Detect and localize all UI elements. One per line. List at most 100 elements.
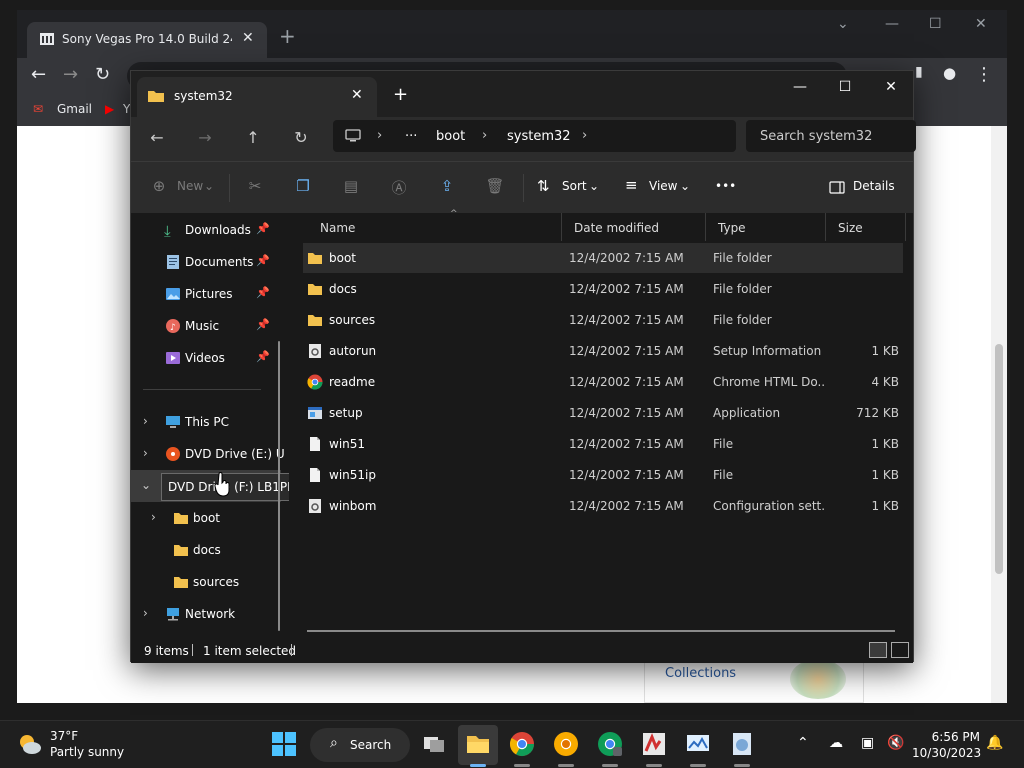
pin-icon[interactable]: 📌	[256, 350, 270, 363]
large-icons-view-icon[interactable]	[891, 642, 909, 658]
sidebar-item-sources[interactable]: sources	[131, 566, 281, 598]
chevron-right-icon[interactable]: ›	[151, 510, 156, 524]
pin-icon[interactable]: 📌	[256, 318, 270, 331]
refresh-icon[interactable]: ↻	[289, 128, 313, 147]
rename-icon[interactable]: Ⓐ	[389, 177, 409, 197]
details-view-icon[interactable]	[869, 642, 887, 658]
weather-temperature[interactable]: 37°F	[50, 729, 78, 743]
mute-icon[interactable]: 🔇	[887, 735, 904, 751]
pin-icon[interactable]: 📌	[256, 286, 270, 299]
close-icon[interactable]: ✕	[876, 79, 906, 95]
sidebar-item-videos[interactable]: Videos 📌	[131, 342, 281, 374]
table-row[interactable]: autorun 12/4/2002 7:15 AM Setup Informat…	[303, 336, 903, 366]
weather-icon[interactable]	[16, 731, 42, 757]
sidebar-item-documents[interactable]: Documents 📌	[131, 246, 281, 278]
chrome-canary-icon[interactable]	[553, 731, 579, 757]
chevron-down-icon[interactable]: ⌄	[141, 478, 151, 492]
column-header-name[interactable]: Name ^	[308, 209, 562, 241]
clock-date[interactable]: 10/30/2023	[912, 746, 981, 760]
address-ellipsis[interactable]: ···	[405, 129, 417, 144]
browser-tab[interactable]: Sony Vegas Pro 14.0 Build 244 - ✕	[27, 22, 267, 58]
back-arrow-icon[interactable]: ←	[145, 128, 169, 147]
sidebar-item-music[interactable]: ♪ Music 📌	[131, 310, 281, 342]
taskbar-search-button[interactable]: ⌕ Search	[310, 728, 410, 762]
display-icon[interactable]: ▣	[861, 735, 874, 751]
breadcrumb-system32[interactable]: system32	[507, 129, 571, 144]
chevron-right-icon[interactable]: ›	[143, 414, 148, 428]
breadcrumb-boot[interactable]: boot	[436, 129, 465, 144]
forward-arrow-icon[interactable]: →	[193, 128, 217, 147]
delete-icon[interactable]: 🗑	[485, 177, 505, 197]
browser-new-tab-button[interactable]: +	[279, 24, 296, 48]
sidebar-item-downloads[interactable]: ⤓ Downloads 📌	[131, 214, 281, 246]
maximize-icon[interactable]: ☐	[830, 79, 860, 95]
pin-icon[interactable]: 📌	[256, 254, 270, 267]
reload-icon[interactable]: ↻	[95, 64, 110, 85]
search-input[interactable]: Search system32	[746, 120, 916, 152]
chevron-down-icon[interactable]: ⌄	[837, 16, 849, 32]
minimize-icon[interactable]: —	[885, 16, 899, 32]
new-tab-button[interactable]: +	[393, 84, 408, 105]
up-arrow-icon[interactable]: ↑	[241, 128, 265, 147]
chrome-icon[interactable]	[509, 731, 535, 757]
clock-time[interactable]: 6:56 PM	[912, 730, 980, 744]
chevron-right-icon[interactable]: ›	[377, 128, 382, 143]
menu-icon[interactable]: ⋮	[975, 64, 993, 85]
paste-icon[interactable]: ▤	[341, 177, 361, 197]
maximize-icon[interactable]: ☐	[929, 16, 942, 32]
pin-icon[interactable]: 📌	[256, 222, 270, 235]
notification-bell-icon[interactable]: 🔔	[986, 735, 1003, 751]
table-row[interactable]: setup 12/4/2002 7:15 AM Application 712 …	[303, 398, 903, 428]
horizontal-scrollbar[interactable]	[307, 630, 895, 632]
share-icon[interactable]: ⇪	[437, 177, 457, 197]
explorer-tab[interactable]: system32 ✕	[137, 77, 377, 117]
column-header-date[interactable]: Date modified	[562, 213, 706, 241]
close-icon[interactable]: ✕	[975, 16, 987, 32]
sidebar-item-pictures[interactable]: Pictures 📌	[131, 278, 281, 310]
sidebar-item-network[interactable]: › Network	[131, 598, 281, 630]
table-row[interactable]: docs 12/4/2002 7:15 AM File folder	[303, 274, 903, 304]
cut-icon[interactable]: ✂	[245, 177, 265, 197]
new-button[interactable]: New	[177, 179, 203, 193]
windows-start-icon[interactable]	[271, 731, 297, 757]
sidebar-item-docs[interactable]: docs	[131, 534, 281, 566]
back-arrow-icon[interactable]: ←	[31, 64, 46, 85]
copy-icon[interactable]: ❐	[293, 177, 313, 197]
chevron-up-icon[interactable]: ⌃	[797, 735, 809, 751]
table-row[interactable]: win51ip 12/4/2002 7:15 AM File 1 KB	[303, 460, 903, 490]
view-button[interactable]: View	[649, 179, 677, 193]
column-header-type[interactable]: Type	[706, 213, 826, 241]
onedrive-icon[interactable]: ☁	[829, 735, 843, 751]
collections-label[interactable]: Collections	[665, 666, 736, 681]
table-row[interactable]: readme 12/4/2002 7:15 AM Chrome HTML Do.…	[303, 367, 903, 397]
more-options-button[interactable]: •••	[715, 179, 736, 193]
chevron-right-icon[interactable]: ›	[143, 446, 148, 460]
close-icon[interactable]: ✕	[242, 30, 254, 46]
monitor-app-icon[interactable]	[685, 731, 711, 757]
monitor-icon[interactable]	[345, 129, 361, 143]
table-row[interactable]: boot 12/4/2002 7:15 AM File folder	[303, 243, 903, 273]
table-row[interactable]: win51 12/4/2002 7:15 AM File 1 KB	[303, 429, 903, 459]
minimize-icon[interactable]: —	[785, 79, 815, 95]
table-row[interactable]: sources 12/4/2002 7:15 AM File folder	[303, 305, 903, 335]
sort-button[interactable]: Sort	[562, 179, 587, 193]
chrome-dev-icon[interactable]	[597, 731, 623, 757]
weather-description[interactable]: Partly sunny	[50, 745, 124, 759]
vegas-app-icon[interactable]	[641, 731, 667, 757]
task-view-icon[interactable]	[421, 731, 447, 757]
details-button[interactable]: Details	[853, 179, 895, 193]
close-icon[interactable]: ✕	[351, 87, 363, 103]
sidebar-item-this-pc[interactable]: › This PC	[131, 406, 281, 438]
browser-scrollbar[interactable]	[991, 126, 1007, 703]
profile-icon[interactable]: ●	[943, 64, 956, 82]
extension-icon[interactable]: ▮	[915, 64, 923, 80]
sidebar-scrollbar[interactable]	[278, 341, 280, 631]
scrollbar-thumb[interactable]	[995, 344, 1003, 574]
sidebar-item-boot[interactable]: › boot	[131, 502, 281, 534]
sidebar-item-dvd-e[interactable]: › DVD Drive (E:) U	[131, 438, 285, 470]
file-explorer-icon[interactable]	[465, 731, 491, 757]
table-row[interactable]: winbom 12/4/2002 7:15 AM Configuration s…	[303, 491, 903, 521]
chevron-right-icon[interactable]: ›	[582, 128, 587, 143]
address-bar[interactable]: › ··· boot › system32 ›	[333, 120, 736, 152]
bookmark-gmail[interactable]: Gmail	[57, 102, 92, 116]
